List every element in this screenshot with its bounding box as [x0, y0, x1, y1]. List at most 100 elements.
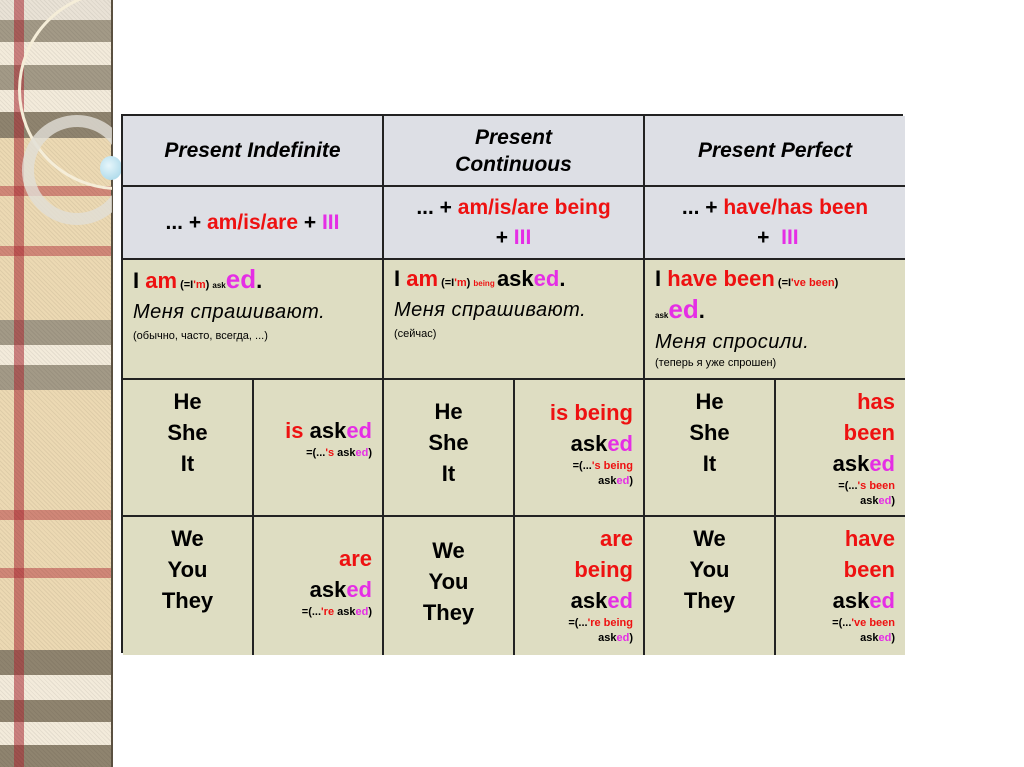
short-stem: ask	[860, 632, 879, 644]
example-dot: .	[256, 268, 263, 293]
passive-voice-table: Present Indefinite Present Continuous Pr…	[121, 114, 905, 655]
form-auxiliary: is being	[549, 399, 633, 425]
header-present-indefinite: Present Indefinite	[123, 116, 384, 187]
example-dot: .	[559, 266, 566, 291]
pronoun: He	[695, 389, 724, 414]
pronoun: We	[432, 537, 465, 563]
short-contraction: 's being	[591, 459, 633, 472]
form-ending: ed	[869, 588, 895, 613]
header-present-continuous: Present Continuous	[384, 116, 645, 187]
contraction-open: (=I	[438, 277, 455, 289]
example-note: (обычно, часто, всегда, ...)	[133, 330, 268, 342]
contraction: 've been	[791, 277, 835, 289]
formula-prefix: ... +	[165, 210, 207, 234]
short-stem: ask	[598, 632, 617, 644]
example-subject: I	[394, 266, 407, 291]
contraction-open: (=I	[177, 279, 194, 291]
example-translation: Меня спросили.	[655, 331, 810, 353]
pronoun: She	[428, 430, 469, 455]
formula-plus: +	[298, 210, 322, 234]
pronouns-he-she-it: He She It	[123, 380, 254, 517]
short-open: =(...	[832, 617, 852, 629]
pronoun: You	[167, 557, 208, 582]
form-stem: ask	[832, 588, 870, 613]
example-subject: I	[655, 266, 668, 291]
pronoun: It	[702, 451, 717, 476]
short-close: )	[629, 632, 633, 644]
example-auxiliary: have been	[667, 266, 775, 291]
example-ending: ed	[533, 266, 560, 291]
header-text: Present Perfect	[697, 139, 853, 162]
form-ending: ed	[869, 451, 895, 476]
formula-auxiliary: am/is/are being	[457, 195, 611, 219]
formula-auxiliary: have/has been	[723, 195, 869, 219]
form-ending: ed	[346, 417, 372, 443]
formula-present-perfect: ... + have/has been + III	[645, 187, 905, 260]
short-contraction: 're	[321, 605, 335, 618]
formula-prefix: ... +	[681, 195, 724, 219]
example-translation: Меня спрашивают.	[133, 301, 326, 323]
short-contraction: 's	[325, 446, 335, 459]
pronoun: They	[422, 599, 475, 625]
form-stem: ask	[570, 588, 608, 613]
example-ending: ed	[668, 294, 699, 324]
pronouns-he-she-it: He She It	[645, 380, 776, 517]
short-close: )	[891, 495, 895, 507]
formula-participle: III	[321, 210, 340, 234]
short-close: )	[368, 446, 372, 459]
contraction: 'm	[193, 279, 206, 291]
decorative-bead	[100, 156, 122, 180]
pronoun: He	[173, 389, 202, 414]
pronoun: She	[167, 420, 208, 445]
pronouns-he-she-it: He She It	[384, 380, 515, 517]
example-being: being	[473, 279, 497, 288]
short-ending: ed	[878, 495, 892, 507]
short-close: )	[368, 605, 372, 618]
form-stem: ask	[309, 576, 347, 602]
formula-plus: +	[751, 225, 782, 249]
short-ending: ed	[878, 632, 892, 644]
example-note: (теперь я уже спрошен)	[655, 357, 777, 369]
contraction-open: (=I	[774, 277, 792, 289]
short-stem: ask	[334, 446, 356, 459]
example-auxiliary: am	[406, 266, 439, 291]
formula-plus: +	[495, 225, 514, 249]
form-ending: ed	[346, 576, 372, 602]
short-stem: ask	[860, 495, 879, 507]
formula-auxiliary: am/is/are	[206, 210, 299, 234]
example-translation: Меня спрашивают.	[394, 299, 587, 321]
short-contraction: 've been	[851, 617, 895, 629]
pronoun: You	[689, 557, 730, 582]
short-ending: ed	[616, 632, 630, 644]
pronoun: They	[161, 588, 214, 613]
short-open: =(...	[306, 446, 326, 459]
short-contraction: 're being	[587, 617, 633, 629]
form-continuous-we: are being asked =(...'re being asked)	[515, 517, 645, 655]
short-open: =(...	[568, 617, 588, 629]
form-auxiliary: are	[338, 545, 372, 571]
example-stem: ask	[655, 311, 669, 320]
formula-prefix: ... +	[416, 195, 458, 219]
pronoun: He	[434, 399, 463, 424]
pronouns-we-you-they: We You They	[384, 517, 515, 655]
pronoun: You	[428, 568, 469, 594]
form-indefinite-we: are asked =(...'re asked)	[254, 517, 384, 655]
short-open: =(...	[301, 605, 322, 618]
formula-participle: III	[781, 225, 799, 249]
example-present-continuous: I am (=I'm) being asked. Меня спрашивают…	[384, 260, 645, 380]
form-auxiliary: have been	[843, 526, 895, 582]
pronoun: We	[693, 526, 726, 551]
form-auxiliary: are being	[574, 526, 633, 582]
short-ending: ed	[355, 605, 369, 618]
short-close: )	[891, 632, 895, 644]
example-note: (сейчас)	[394, 328, 437, 340]
form-stem: ask	[832, 451, 870, 476]
form-stem: ask	[309, 417, 347, 443]
example-auxiliary: am	[145, 268, 178, 293]
short-open: =(...	[838, 480, 858, 492]
pronoun: It	[180, 451, 195, 476]
contraction: 'm	[454, 277, 467, 289]
example-ending: ed	[225, 264, 257, 294]
pronouns-we-you-they: We You They	[645, 517, 776, 655]
header-text: Present Continuous	[455, 125, 572, 176]
